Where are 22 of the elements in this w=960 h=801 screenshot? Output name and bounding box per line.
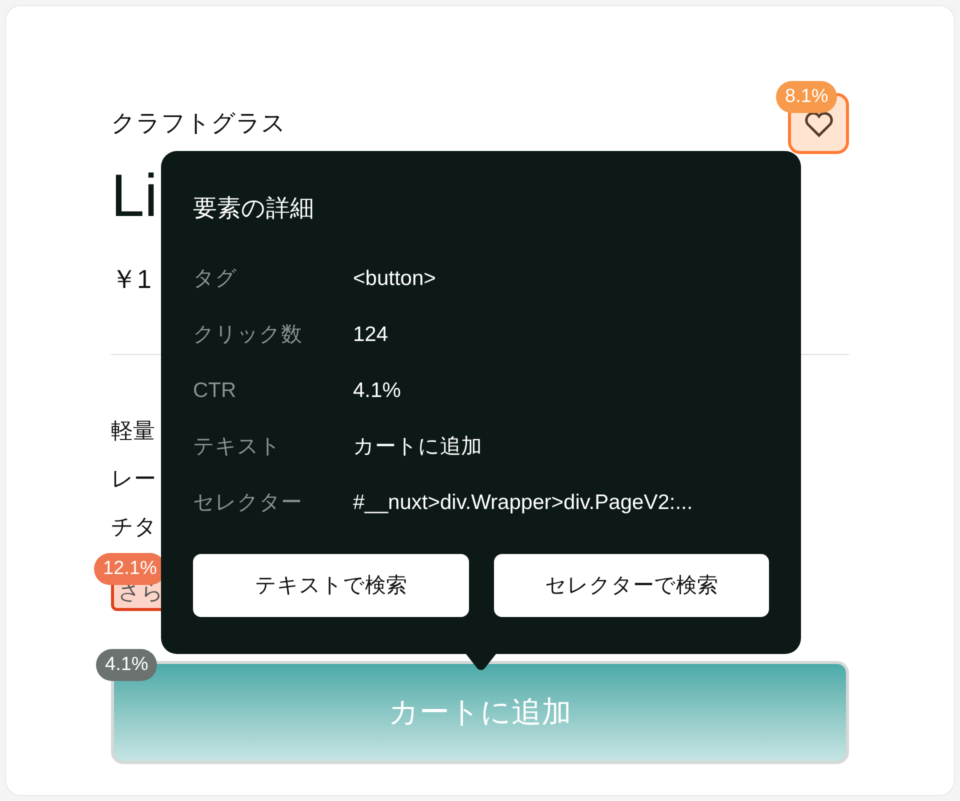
product-price: ￥1 <box>111 264 152 294</box>
detail-value: #__nuxt>div.Wrapper>div.PageV2:... <box>353 490 693 516</box>
detail-label: CTR <box>193 378 238 404</box>
detail-label: セレクター <box>193 490 303 516</box>
detail-label: クリック数 <box>193 322 303 348</box>
detail-value: 4.1% <box>353 378 401 404</box>
popover-title: 要素の詳細 <box>193 194 315 224</box>
detail-value: カートに追加 <box>353 434 482 460</box>
product-title: Li <box>111 161 158 231</box>
detail-value: 124 <box>353 322 388 348</box>
search-button[interactable]: テキストで検索 <box>193 554 468 617</box>
detail-value: <button> <box>353 266 436 292</box>
detail-label: タグ <box>193 266 238 292</box>
brand-name: クラフトグラス <box>111 108 286 138</box>
heart-icon <box>802 110 834 138</box>
heat-badge: 8.1% <box>776 81 838 113</box>
search-button[interactable]: セレクターで検索 <box>494 554 769 617</box>
description-text: 軽量 <box>111 417 155 445</box>
description-text: レー <box>111 465 156 493</box>
heat-badge: 4.1% <box>96 649 158 681</box>
description-text: チタ <box>111 513 157 541</box>
detail-label: テキスト <box>193 434 282 460</box>
